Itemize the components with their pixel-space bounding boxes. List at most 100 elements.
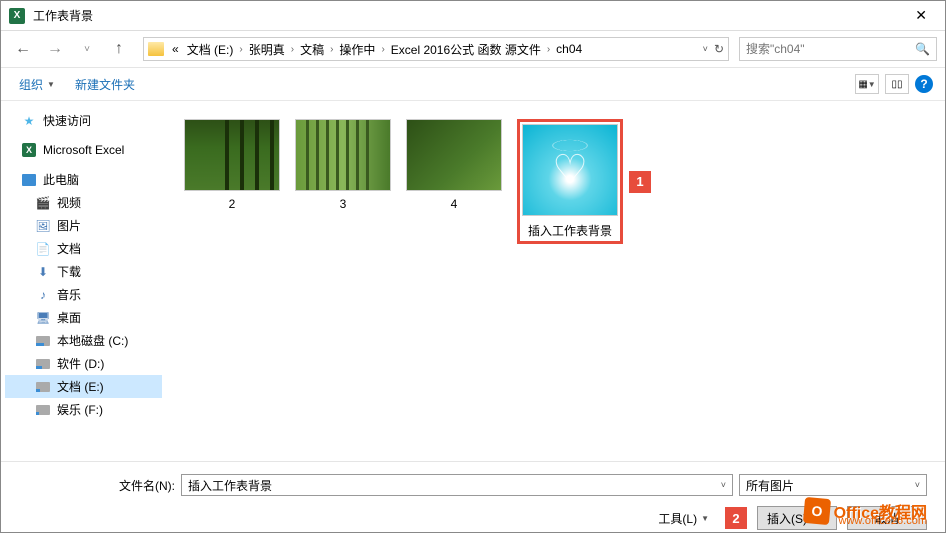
chevron-down-icon: ▼ [701,514,709,523]
sidebar-quick-access[interactable]: ★ 快速访问 [5,109,162,132]
annotation-badge-1: 1 [629,171,651,193]
sidebar-label: Microsoft Excel [43,143,124,157]
star-icon: ★ [21,114,37,128]
disk-icon [36,405,50,415]
thumbnail-image [406,119,502,191]
folder-icon [148,42,164,56]
insert-button[interactable]: 插入(S) ▼ [757,506,837,530]
sidebar-label: 娱乐 (F:) [57,401,103,418]
sidebar-label: 本地磁盘 (C:) [57,332,128,349]
chevron-right-icon: › [545,44,552,55]
nav-up-button[interactable]: ↑ [105,37,133,61]
sidebar-label: 文档 (E:) [57,378,104,395]
disk-icon [36,336,50,346]
chevron-down-icon[interactable]: ˅ [915,480,920,490]
filename-input[interactable]: 插入工作表背景 ˅ [181,474,733,496]
file-name: 2 [229,197,236,211]
breadcrumb-item[interactable]: Excel 2016公式 函数 源文件 [387,41,545,58]
nav-forward-button[interactable]: → [41,37,69,61]
file-name: 3 [340,197,347,211]
filename-value: 插入工作表背景 [188,477,272,494]
sidebar-label: 桌面 [57,309,81,326]
chevron-right-icon: › [289,44,296,55]
tools-menu[interactable]: 工具(L) ▼ [658,510,709,527]
music-icon: ♪ [35,288,51,302]
filename-label: 文件名(N): [119,477,175,494]
chevron-down-icon: ▼ [47,80,55,89]
new-folder-label: 新建文件夹 [75,76,135,93]
navbar: ← → ˅ ↑ « 文档 (E:) › 张明真 › 文稿 › 操作中 › Exc… [1,31,945,67]
chevron-right-icon: › [237,44,244,55]
sidebar-pictures[interactable]: 🖼 图片 [5,214,162,237]
sidebar-disk-c[interactable]: 本地磁盘 (C:) [5,329,162,352]
breadcrumb-bar[interactable]: « 文档 (E:) › 张明真 › 文稿 › 操作中 › Excel 2016公… [143,37,729,61]
search-input[interactable] [746,42,915,56]
sidebar-desktop[interactable]: 🖥 桌面 [5,306,162,329]
breadcrumb-item[interactable]: 操作中 [335,41,379,58]
nav-recent-dropdown[interactable]: ˅ [73,37,101,61]
chevron-down-icon[interactable]: ▼ [811,513,827,523]
sidebar-downloads[interactable]: ⬇ 下载 [5,260,162,283]
new-folder-button[interactable]: 新建文件夹 [69,72,141,97]
thumbnail-image [295,119,391,191]
sidebar-label: 视频 [57,194,81,211]
document-icon: 📄 [35,242,51,256]
cancel-button[interactable]: 取消 [847,506,927,530]
thumbnail-image [184,119,280,191]
view-mode-button[interactable]: ▦ ▼ [855,74,879,94]
sidebar-documents[interactable]: 📄 文档 [5,237,162,260]
breadcrumb-item[interactable]: 张明真 [245,41,289,58]
body-area: ★ 快速访问 X Microsoft Excel 此电脑 🎬 视频 🖼 图片 📄… [1,101,945,461]
sidebar-label: 文档 [57,240,81,257]
insert-label: 插入(S) [767,510,807,527]
organize-menu[interactable]: 组织 ▼ [13,72,61,97]
file-name: 插入工作表背景 [528,222,612,239]
file-item[interactable]: 4 [406,119,502,211]
breadcrumb-item[interactable]: 文档 (E:) [183,41,238,58]
annotation-badge-2: 2 [725,507,747,529]
help-button[interactable]: ? [915,75,933,93]
file-type-filter[interactable]: 所有图片 ˅ [739,474,927,496]
titlebar: X 工作表背景 ✕ [1,1,945,31]
breadcrumb-dropdown[interactable]: ˅ [703,44,708,54]
sidebar-music[interactable]: ♪ 音乐 [5,283,162,306]
chevron-right-icon: › [379,44,386,55]
download-icon: ⬇ [35,265,51,279]
disk-icon [36,359,50,369]
excel-app-icon: X [9,8,25,24]
sidebar-label: 快速访问 [43,112,91,129]
search-icon[interactable]: 🔍 [915,42,930,56]
window-title: 工作表背景 [33,7,905,24]
sidebar-disk-d[interactable]: 软件 (D:) [5,352,162,375]
cancel-label: 取消 [875,510,899,527]
video-icon: 🎬 [35,196,51,210]
tools-label-text: 工具(L) [658,510,697,527]
chevron-right-icon: › [328,44,335,55]
breadcrumb-item[interactable]: ch04 [552,42,586,56]
sidebar-label: 软件 (D:) [57,355,104,372]
sidebar-excel[interactable]: X Microsoft Excel [5,140,162,160]
chevron-down-icon[interactable]: ˅ [721,480,726,490]
pc-icon [22,174,36,186]
sidebar-this-pc[interactable]: 此电脑 [5,168,162,191]
filter-value: 所有图片 [746,477,794,494]
sidebar-label: 下载 [57,263,81,280]
file-item-selected[interactable]: 插入工作表背景 [517,119,623,244]
file-item[interactable]: 3 [295,119,391,211]
sidebar-videos[interactable]: 🎬 视频 [5,191,162,214]
search-box[interactable]: 🔍 [739,37,937,61]
sidebar-label: 图片 [57,217,81,234]
preview-pane-button[interactable]: ▯▯ [885,74,909,94]
close-button[interactable]: ✕ [905,5,937,26]
sidebar: ★ 快速访问 X Microsoft Excel 此电脑 🎬 视频 🖼 图片 📄… [1,101,166,461]
sidebar-label: 音乐 [57,286,81,303]
file-grid: 2 3 4 插入工作表背景 1 [166,101,945,461]
refresh-button[interactable]: ↻ [714,42,724,56]
breadcrumb-item[interactable]: 文稿 [296,41,328,58]
file-name: 4 [451,197,458,211]
sidebar-disk-f[interactable]: 娱乐 (F:) [5,398,162,421]
sidebar-disk-e[interactable]: 文档 (E:) [5,375,162,398]
sidebar-label: 此电脑 [43,171,79,188]
nav-back-button[interactable]: ← [9,37,37,61]
file-item[interactable]: 2 [184,119,280,211]
